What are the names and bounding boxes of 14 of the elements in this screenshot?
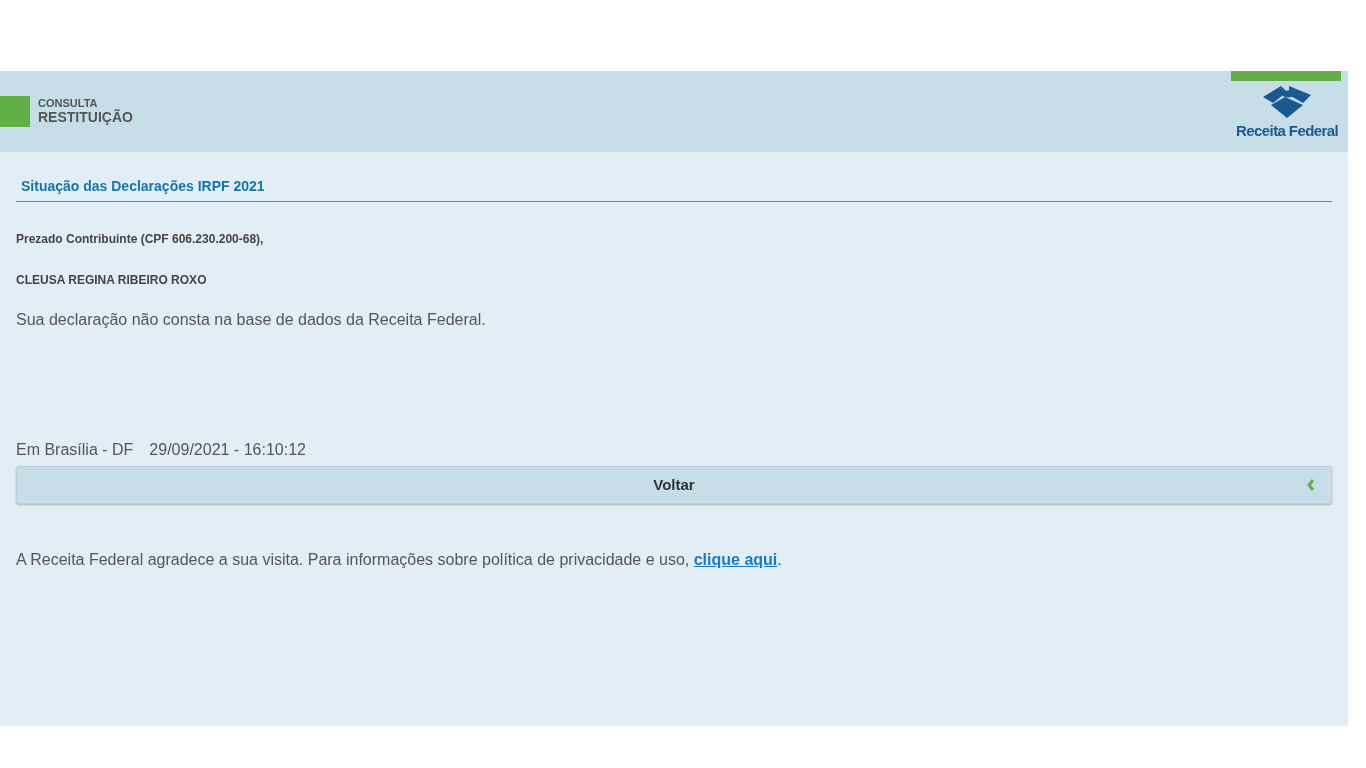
greeting-text: Prezado Contribuinte (CPF 606.230.200-68), bbox=[16, 231, 265, 248]
page-title: RESTITUIÇÃO bbox=[38, 108, 133, 126]
accent-block bbox=[0, 96, 30, 127]
place-text: Em Brasília - DF bbox=[16, 440, 134, 460]
section-title: Situação das Declarações IRPF 2021 bbox=[16, 176, 1332, 202]
logo-text: Receita Federal bbox=[1236, 123, 1338, 138]
footer-text: A Receita Federal agradece a sua visita. Para informações sobre política de privacidade e uso, clique aqui. bbox=[16, 550, 783, 570]
chevron-left-icon bbox=[1307, 479, 1315, 491]
status-message: Sua declaração não consta na base de dados da Receita Federal. bbox=[16, 310, 487, 330]
timestamp-text: 29/09/2021 - 16:10:12 bbox=[149, 440, 306, 460]
privacy-link[interactable]: clique aqui bbox=[693, 551, 778, 568]
page-kicker: CONSULTA bbox=[38, 97, 99, 109]
taxpayer-name: CLEUSA REGINA RIBEIRO ROXO bbox=[16, 272, 208, 289]
back-button[interactable]: Voltar bbox=[16, 466, 1332, 504]
